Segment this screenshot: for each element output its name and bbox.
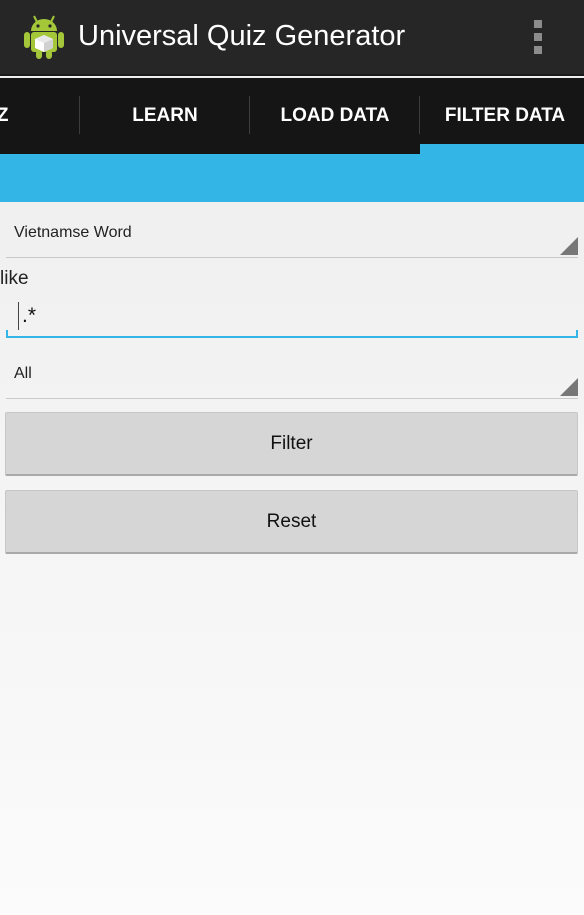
filter-button[interactable]: Filter (5, 412, 578, 476)
dropdown-arrow-icon (560, 378, 578, 396)
field-spinner-value: Vietnamse Word (14, 224, 132, 241)
scope-spinner-value: All (14, 365, 32, 382)
overflow-menu-icon[interactable] (532, 20, 544, 56)
scope-spinner[interactable]: All (6, 343, 578, 399)
app-title: Universal Quiz Generator (78, 20, 406, 52)
field-spinner[interactable]: Vietnamse Word (6, 202, 578, 258)
accent-strip (0, 154, 584, 202)
action-bar: Universal Quiz Generator (0, 0, 584, 76)
reset-button[interactable]: Reset (5, 490, 578, 554)
pattern-input[interactable]: .* (6, 296, 578, 338)
operator-label: like (0, 268, 29, 289)
selected-tab-indicator (420, 144, 584, 154)
tab-load-data[interactable]: LOAD DATA (250, 78, 420, 154)
tab-quiz[interactable]: IZ (0, 78, 80, 154)
pattern-input-value: .* (22, 304, 37, 327)
input-underline-tick (576, 330, 578, 338)
tab-bar: IZ LEARN LOAD DATA FILTER DATA (0, 78, 584, 154)
text-cursor (18, 302, 19, 330)
android-robot-icon[interactable] (22, 14, 66, 60)
tab-learn[interactable]: LEARN (80, 78, 250, 154)
dropdown-arrow-icon (560, 237, 578, 255)
input-underline-tick (6, 330, 8, 338)
input-underline (6, 336, 578, 338)
tab-filter-data[interactable]: FILTER DATA (420, 78, 584, 154)
